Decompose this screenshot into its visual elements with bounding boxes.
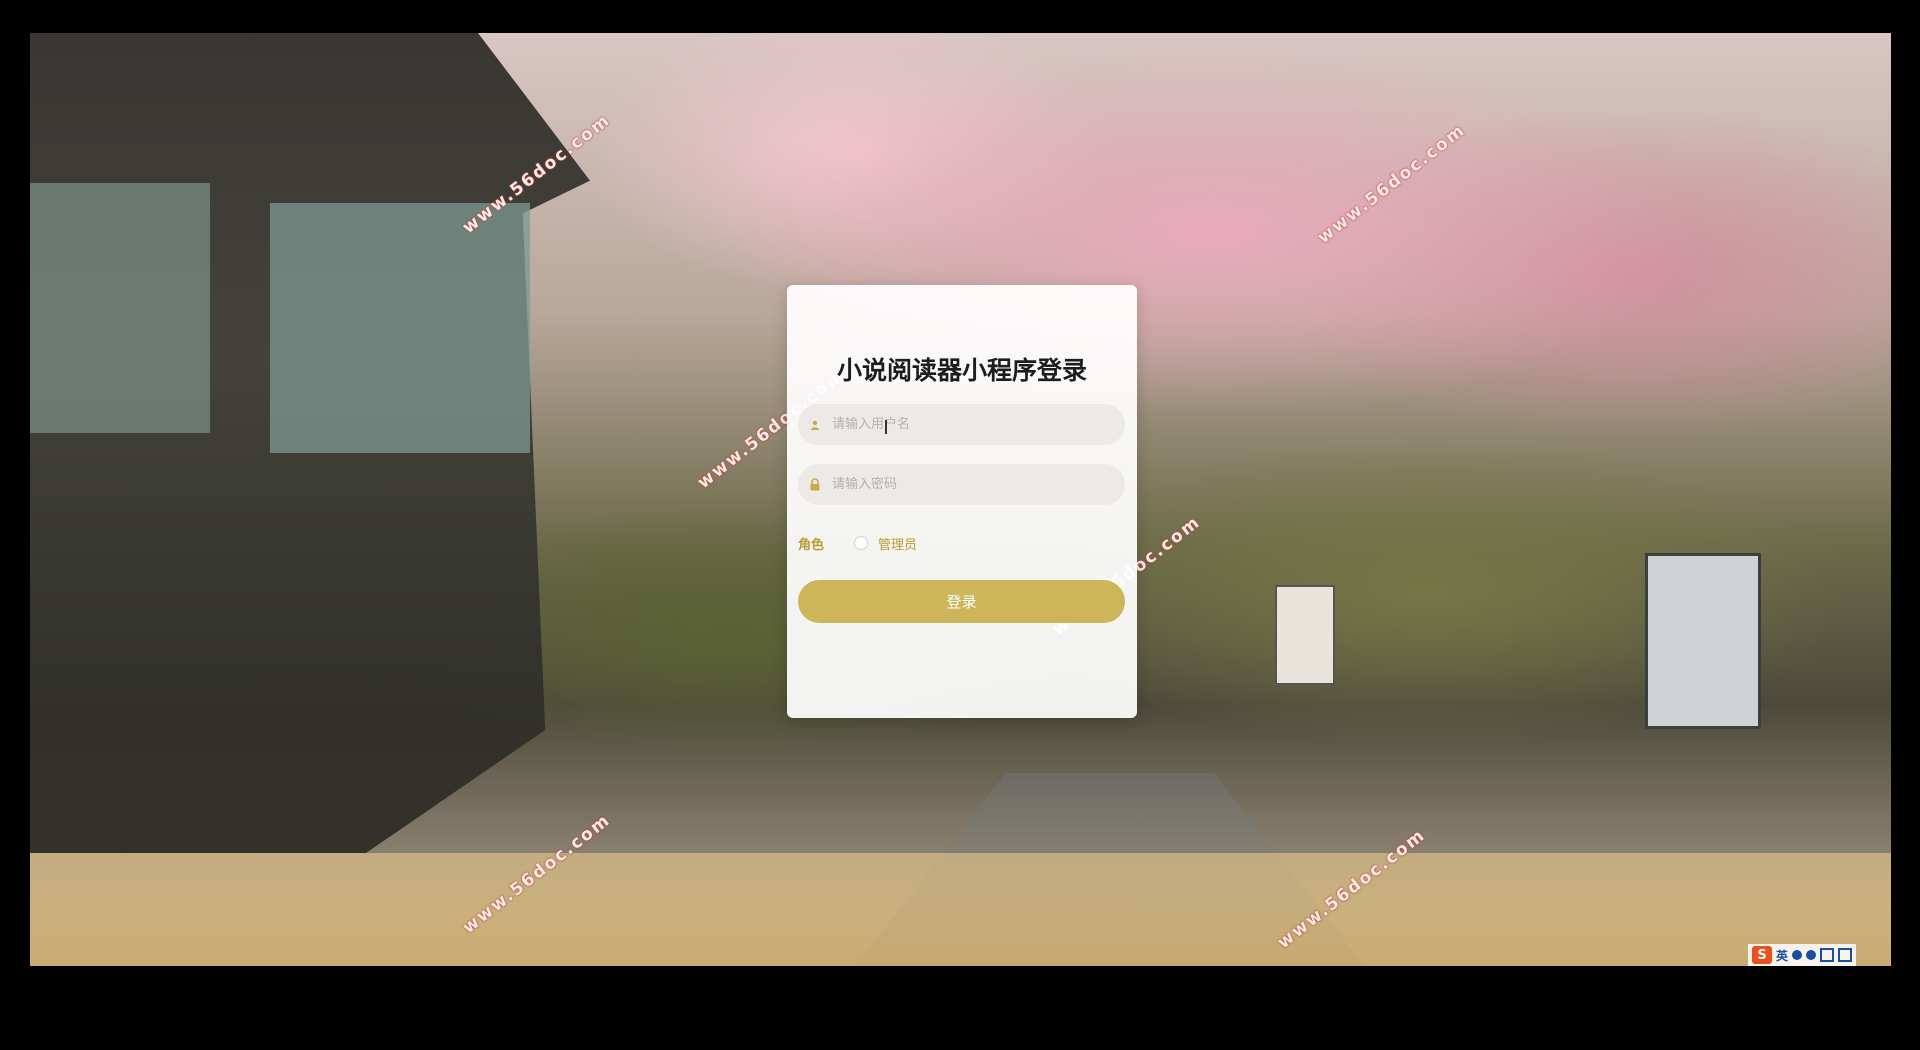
ime-toolbar[interactable]: S 英 — [1748, 944, 1857, 966]
password-input[interactable] — [830, 476, 1125, 493]
ime-logo-icon: S — [1752, 946, 1772, 964]
role-radio-admin[interactable] — [854, 536, 868, 550]
username-field[interactable] — [798, 404, 1125, 445]
ime-punctuation-icon[interactable] — [1792, 950, 1803, 960]
notice-board — [1645, 553, 1761, 729]
role-row: 角色 管理员 — [798, 531, 917, 555]
role-label: 角色 — [798, 537, 825, 553]
ime-keyboard-icon[interactable] — [1820, 948, 1835, 962]
username-input[interactable] — [830, 416, 1125, 433]
text-cursor — [885, 420, 887, 434]
screen: www.56doc.com www.56doc.com www.56doc.co… — [0, 0, 1920, 1050]
ime-emoji-icon[interactable] — [1806, 950, 1817, 960]
temple-panel-left — [30, 183, 210, 433]
login-button[interactable]: 登录 — [798, 580, 1125, 623]
role-option-admin[interactable]: 管理员 — [878, 534, 917, 553]
user-icon — [808, 418, 822, 432]
signpost — [1275, 585, 1335, 685]
ime-menu-icon[interactable] — [1838, 948, 1853, 962]
temple-panel — [270, 203, 530, 453]
ground — [30, 853, 1891, 966]
login-title: 小说阅读器小程序登录 — [836, 356, 1087, 385]
password-field[interactable] — [798, 464, 1125, 505]
ime-language[interactable]: 英 — [1776, 947, 1788, 964]
login-card: 小说阅读器小程序登录 角色 管理员 登录 — [787, 285, 1137, 718]
lock-icon — [808, 478, 822, 492]
